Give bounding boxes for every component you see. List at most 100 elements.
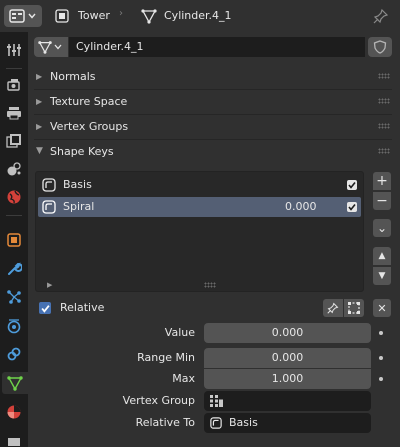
chevron-down-icon xyxy=(54,44,62,50)
output-icon xyxy=(7,107,21,120)
max-label: Max xyxy=(172,372,195,385)
object-icon xyxy=(55,9,69,23)
pin-icon[interactable] xyxy=(373,8,389,24)
physics-icon xyxy=(7,319,21,334)
clear-shape-key-button[interactable]: ✕ xyxy=(373,299,391,317)
drag-handle-icon[interactable] xyxy=(378,123,390,129)
vertex-group-field[interactable] xyxy=(204,391,371,411)
checkmark-icon xyxy=(348,182,356,189)
object-properties-icon xyxy=(7,233,21,247)
material-icon xyxy=(7,405,21,419)
expanded-arrow-icon: ▼ xyxy=(36,146,43,156)
pin-icon xyxy=(327,302,339,314)
tab-object[interactable] xyxy=(3,229,25,251)
panel-title: Shape Keys xyxy=(50,144,114,158)
texture-icon xyxy=(8,438,20,446)
mesh-data-icon xyxy=(141,9,157,24)
remove-shape-key-button[interactable]: − xyxy=(373,192,391,210)
tab-particles[interactable] xyxy=(3,286,25,308)
mesh-name-field[interactable]: Cylinder.4_1 xyxy=(69,37,365,57)
keyframe-dot-icon[interactable] xyxy=(379,331,383,335)
add-shape-key-button[interactable]: + xyxy=(373,172,391,190)
tab-physics[interactable] xyxy=(3,315,25,337)
edit-mode-icon xyxy=(348,302,360,314)
relative-to-value: Basis xyxy=(229,416,258,429)
shape-key-list[interactable]: Basis Spiral 0.000 xyxy=(35,171,364,292)
breadcrumb-separator: › xyxy=(119,8,123,19)
constraints-icon xyxy=(7,347,21,361)
relative-label: Relative xyxy=(60,301,105,314)
shape-key-lock-button[interactable] xyxy=(323,299,343,317)
relative-checkbox[interactable] xyxy=(39,302,51,314)
render-icon xyxy=(7,79,20,91)
properties-tab-bar xyxy=(0,32,28,447)
move-down-button[interactable]: ▼ xyxy=(373,267,391,285)
tab-world[interactable] xyxy=(3,186,25,208)
drag-handle-icon[interactable] xyxy=(378,98,390,104)
list-item[interactable]: Spiral 0.000 xyxy=(38,197,361,217)
checkmark-icon xyxy=(348,204,356,211)
max-field[interactable]: 1.000 xyxy=(204,369,371,389)
scene-icon xyxy=(7,162,21,176)
properties-header: Tower › Cylinder.4_1 xyxy=(0,0,400,32)
value-label: Value xyxy=(164,326,195,339)
shape-key-enabled-checkbox[interactable] xyxy=(347,202,357,212)
breadcrumb-mesh-name: Cylinder.4_1 xyxy=(164,9,232,22)
mesh-data-tab-icon xyxy=(7,376,23,391)
tab-output[interactable] xyxy=(3,102,25,124)
move-up-button[interactable]: ▲ xyxy=(373,247,391,265)
mesh-datablock-row: Cylinder.4_1 xyxy=(34,36,392,58)
shape-key-icon xyxy=(42,200,56,214)
tab-tool[interactable] xyxy=(3,39,25,61)
shape-key-enabled-checkbox[interactable] xyxy=(347,180,357,190)
drag-handle-icon[interactable] xyxy=(378,73,390,79)
shape-key-icon xyxy=(210,417,222,429)
shape-key-name: Basis xyxy=(63,178,92,191)
panel-title: Normals xyxy=(50,69,96,83)
tool-icon xyxy=(7,44,21,56)
tab-texture[interactable] xyxy=(3,430,25,447)
tab-scene[interactable] xyxy=(3,158,25,180)
view-layer-icon xyxy=(6,134,21,148)
panel-normals[interactable]: ▶ Normals xyxy=(34,65,392,87)
filter-options-toggle[interactable]: ▶ xyxy=(47,281,52,289)
panel-texture-space[interactable]: ▶ Texture Space xyxy=(34,90,392,112)
shield-icon xyxy=(373,40,387,54)
panel-shape-keys[interactable]: ▼ Shape Keys xyxy=(34,140,392,162)
relative-to-field[interactable]: Basis xyxy=(204,413,371,433)
mesh-data-icon xyxy=(38,41,52,54)
mesh-browse-button[interactable] xyxy=(34,37,68,57)
panel-vertex-groups[interactable]: ▶ Vertex Groups xyxy=(34,115,392,137)
keyframe-dot-icon[interactable] xyxy=(379,377,383,381)
wrench-icon xyxy=(8,262,22,275)
shape-key-edit-mode-button[interactable] xyxy=(344,299,364,317)
drag-handle-icon[interactable] xyxy=(378,148,390,154)
vertex-group-icon xyxy=(210,395,223,407)
tab-modifiers[interactable] xyxy=(3,258,25,280)
shape-key-value[interactable]: 0.000 xyxy=(285,197,317,217)
shape-key-icon xyxy=(42,178,56,192)
checkmark-icon xyxy=(40,304,50,313)
value-field[interactable]: 0.000 xyxy=(204,323,371,343)
collapsed-arrow-icon: ▶ xyxy=(36,96,43,106)
vertex-group-label: Vertex Group xyxy=(122,394,195,407)
tab-mesh-data[interactable] xyxy=(2,372,28,394)
panel-title: Texture Space xyxy=(50,94,128,108)
tab-constraints[interactable] xyxy=(3,343,25,365)
editor-type-button[interactable] xyxy=(4,5,42,27)
list-item[interactable]: Basis xyxy=(38,175,361,195)
breadcrumb-object-name: Tower xyxy=(78,9,110,22)
particles-icon xyxy=(7,290,21,304)
tab-view-layer[interactable] xyxy=(3,130,25,152)
range-min-field[interactable]: 0.000 xyxy=(204,348,371,368)
fake-user-button[interactable] xyxy=(368,37,392,57)
tab-material[interactable] xyxy=(3,401,25,423)
shape-key-specials-button[interactable]: ⌄ xyxy=(373,219,391,237)
range-min-label: Range Min xyxy=(137,351,195,364)
world-icon xyxy=(7,190,21,204)
list-resize-handle[interactable] xyxy=(204,282,216,288)
shape-key-name: Spiral xyxy=(63,200,95,213)
keyframe-dot-icon[interactable] xyxy=(379,356,383,360)
collapsed-arrow-icon: ▶ xyxy=(36,71,43,81)
tab-render[interactable] xyxy=(3,74,25,96)
